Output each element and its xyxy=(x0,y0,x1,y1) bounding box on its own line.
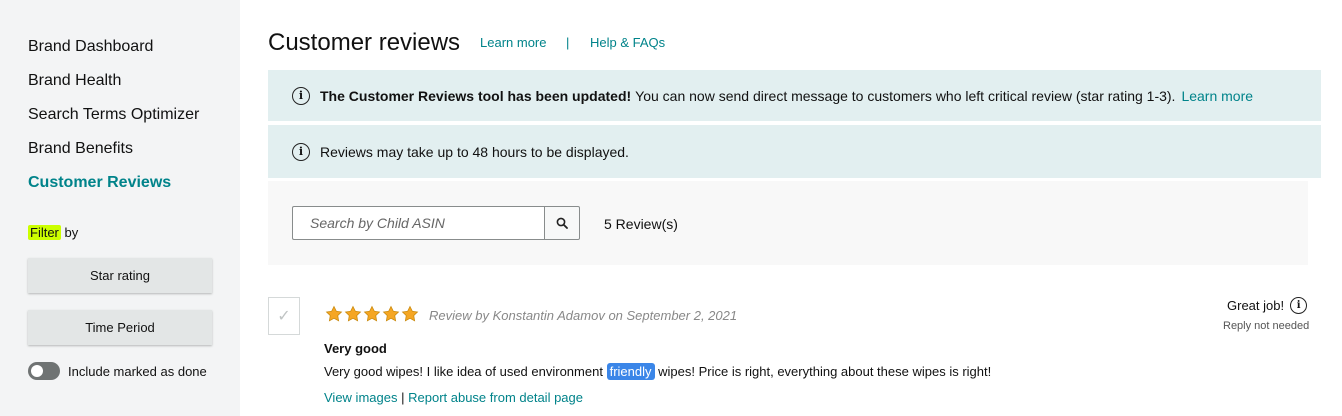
check-icon: ✓ xyxy=(277,308,291,325)
include-done-row: Include marked as done xyxy=(28,362,207,380)
review-status: Great job! i xyxy=(1227,297,1308,314)
search-input[interactable] xyxy=(292,206,546,240)
update-banner-text: You can now send direct message to custo… xyxy=(635,87,1176,104)
star-icon xyxy=(401,305,419,322)
page-title: Customer reviews xyxy=(268,29,461,56)
info-icon: i xyxy=(292,142,310,161)
sidebar-item-brand-benefits[interactable]: Brand Benefits xyxy=(28,140,133,158)
reply-status: Reply not needed xyxy=(1223,320,1310,332)
search-button[interactable] xyxy=(544,206,580,240)
update-banner-learn-more-link[interactable]: Learn more xyxy=(1181,88,1253,104)
review-links-separator: | xyxy=(401,390,405,405)
star-icon xyxy=(325,305,343,322)
sidebar: Brand Dashboard Brand Health Search Term… xyxy=(0,0,240,416)
review-body-start: Very good wipes! I like idea of used env… xyxy=(324,364,603,379)
review-count: 5 Review(s) xyxy=(604,216,678,232)
toggle-knob xyxy=(31,365,43,377)
header-separator: | xyxy=(566,35,570,50)
search-panel: 5 Review(s) xyxy=(268,181,1308,265)
sidebar-item-search-terms-optimizer[interactable]: Search Terms Optimizer xyxy=(28,106,199,124)
review-body-end: wipes! Price is right, everything about … xyxy=(658,364,992,379)
update-banner-bold: The Customer Reviews tool has been updat… xyxy=(320,87,632,104)
view-images-link[interactable]: View images xyxy=(324,390,397,405)
review-meta: Review by Konstantin Adamov on September… xyxy=(429,308,738,323)
report-abuse-link[interactable]: Report abuse from detail page xyxy=(408,390,583,405)
mark-done-checkbox[interactable]: ✓ xyxy=(268,297,300,335)
sidebar-item-brand-health[interactable]: Brand Health xyxy=(28,72,121,90)
sidebar-item-brand-dashboard[interactable]: Brand Dashboard xyxy=(28,38,153,56)
star-icon xyxy=(363,305,381,322)
info-icon[interactable]: i xyxy=(1290,297,1308,314)
info-icon: i xyxy=(292,86,310,105)
include-done-label: Include marked as done xyxy=(68,363,207,379)
help-faqs-link[interactable]: Help & FAQs xyxy=(590,35,665,50)
star-rating-button[interactable]: Star rating xyxy=(28,258,212,293)
learn-more-link[interactable]: Learn more xyxy=(480,35,546,50)
include-done-toggle[interactable] xyxy=(28,362,60,380)
review-title: Very good xyxy=(324,341,387,356)
delay-banner: i Reviews may take up to 48 hours to be … xyxy=(268,125,1321,178)
filter-by-label: by xyxy=(64,225,79,240)
update-banner: i The Customer Reviews tool has been upd… xyxy=(268,70,1321,121)
delay-banner-text: Reviews may take up to 48 hours to be di… xyxy=(320,143,629,160)
star-icon xyxy=(382,305,400,322)
search-icon xyxy=(556,217,568,229)
highlighted-word: friendly xyxy=(606,363,655,380)
star-icon xyxy=(344,305,362,322)
filter-label: Filter xyxy=(28,225,61,240)
review-links: View images | Report abuse from detail p… xyxy=(324,390,583,405)
time-period-button[interactable]: Time Period xyxy=(28,310,212,345)
review-status-label: Great job! xyxy=(1227,298,1285,313)
review-body: Very good wipes! I like idea of used env… xyxy=(324,363,992,380)
filter-heading: Filter by xyxy=(28,225,78,240)
star-rating xyxy=(325,305,419,323)
sidebar-item-customer-reviews[interactable]: Customer Reviews xyxy=(28,174,171,192)
